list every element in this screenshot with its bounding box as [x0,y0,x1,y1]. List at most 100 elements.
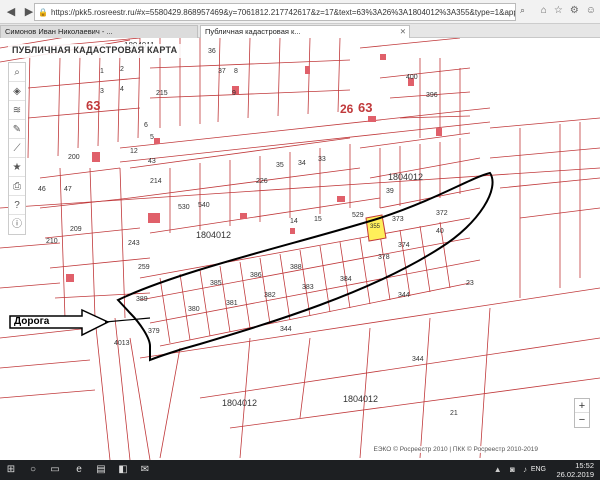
url-field[interactable]: 🔒 https:// pkk5.rosreestr.ru/#x=5580429.… [34,3,516,21]
parcel-number: 383 [302,284,314,291]
parcel-number: 344 [412,356,424,363]
parcel-number: 39 [386,188,394,195]
layers-stack-icon[interactable]: ≋ [9,101,25,120]
clock[interactable]: 15:52 26.02.2019 [556,461,594,479]
system-tray-icons[interactable]: ▲ ◙ ♪ [494,465,530,474]
parcel-number: 215 [156,90,168,97]
parcel-number: 530 [178,204,190,211]
language-indicator[interactable]: ENG [531,466,546,473]
clock-date: 26.02.2019 [556,470,594,479]
pencil-icon[interactable]: ✎ [9,120,25,139]
clock-time: 15:52 [575,461,594,470]
star-icon[interactable]: ★ [9,158,25,177]
settings-gear-icon[interactable]: ⚙ [570,5,579,16]
parcel-number: 373 [392,216,404,223]
annotation-outline [116,171,494,362]
zoom-in-button[interactable]: + [575,399,589,413]
zoom-out-button[interactable]: − [575,413,589,427]
parcel-number: 344 [398,292,410,299]
tab-label: Симонов Иван Николаевич - ... [5,27,113,36]
mail-icon[interactable]: ✉ [138,463,152,477]
browser-tab-bar: Симонов Иван Николаевич - ... Публичная … [0,24,600,38]
quarter-label: 1804012 [388,172,424,182]
folder-icon[interactable]: ▤ [94,463,108,477]
parcel-number: 381 [226,300,238,307]
store-icon[interactable]: ◧ [116,463,130,477]
browser-right-icons: ⌂ ☆ ⚙ ☺ [541,5,596,16]
help-icon[interactable]: ? [9,196,25,215]
back-icon[interactable]: ◀ [4,5,18,19]
parcel-number: 2 [120,66,124,73]
browser-address-bar: ◀ ▶ 🔒 https:// pkk5.rosreestr.ru/#x=5580… [0,0,600,24]
parcel-number: 344 [280,326,292,333]
parcel-number: 6 [144,122,148,129]
parcel-number: 379 [148,328,160,335]
ie-browser-icon[interactable]: e [72,463,86,477]
parcel-number: 4013 [114,340,130,347]
parcel-number: 214 [150,178,162,185]
parcel-number: 40 [436,228,444,235]
parcel-number: 36 [208,48,216,55]
address-search-icon[interactable]: ⌕ [520,5,525,16]
parcel-number: 382 [264,292,276,299]
district-label: 63 [86,98,101,113]
layers-icon[interactable]: ◈ [9,82,25,101]
close-tab-icon[interactable]: ✕ [400,26,406,38]
district-label: 63 [358,100,373,115]
road-label: Дорога [14,316,50,327]
parcel-number: 21 [450,410,458,417]
parcel-number: 46 [38,186,46,193]
parcel-number: 35 [276,162,284,169]
parcel-number: 380 [188,306,200,313]
parcel-number: 4 [120,86,124,93]
quarter-label: 1804012 [196,230,232,240]
parcel-number: 5 [150,134,154,141]
quarter-label: 1804012 [343,394,379,404]
district-label: 26 [340,102,354,116]
parcel-number: 386 [250,272,262,279]
search-icon[interactable]: ○ [26,463,40,477]
parcel-number: 14 [290,218,298,225]
search-icon[interactable]: ⌕ [9,63,25,82]
parcel-number: 243 [128,240,140,247]
parcel-number: 388 [290,264,302,271]
parcel-number: 396 [426,92,438,99]
zoom-controls: + − [574,398,590,428]
ruler-icon[interactable]: ⟋ [9,139,25,158]
parcel-number: 15 [314,216,322,223]
portal-title: ПУБЛИЧНАЯ КАДАСТРОВАЯ КАРТА [8,44,182,58]
url-scheme: https:// [50,7,75,17]
parcel-number: 43 [148,158,156,165]
selected-parcel-number: 355 [370,224,381,230]
parcel-number: 9 [232,90,236,97]
info-icon[interactable]: ⓘ [9,215,25,234]
windows-start-icon[interactable]: ⊞ [4,463,18,477]
parcel-number: 37 [218,68,226,75]
quarter-label: 1804012 [222,398,258,408]
home-icon[interactable]: ⌂ [541,5,547,16]
tab-label: Публичная кадастровая к... [205,27,301,36]
print-icon[interactable]: ⎙ [9,177,25,196]
tab-simonov[interactable]: Симонов Иван Николаевич - ... [0,25,198,38]
tab-cadastral-map[interactable]: Публичная кадастровая к... ✕ [200,25,410,38]
parcel-number: 378 [378,254,390,261]
cadastral-map[interactable]: Дорога 63 26 63 1804012 1804012 1804012 … [0,38,600,460]
map-attribution: ЕЭКО © Росреестр 2010 | ПКК © Росреестр … [371,446,540,453]
parcel-number: 374 [398,242,410,249]
parcel-number: 8 [234,68,238,75]
parcel-number: 47 [64,186,72,193]
smiley-icon[interactable]: ☺ [586,5,596,16]
parcel-number: 389 [136,296,148,303]
taskbar: ⊞ ○ ▭ e ▤ ◧ ✉ ▲ ◙ ♪ ENG 15:52 26.02.2019 [0,460,600,480]
parcel-number: 385 [210,280,222,287]
star-favorites-icon[interactable]: ☆ [554,5,563,16]
parcel-number: 226 [256,178,268,185]
parcel-number: 400 [406,74,418,81]
task-view-icon[interactable]: ▭ [48,463,62,477]
parcel-number: 33 [318,156,326,163]
parcel-number: 1 [100,68,104,75]
road-arrow-line [104,317,151,323]
buildings [10,54,442,282]
parcel-number: 23 [466,280,474,287]
url-text: pkk5.rosreestr.ru/#x=5580429.868957469&y… [74,7,516,17]
